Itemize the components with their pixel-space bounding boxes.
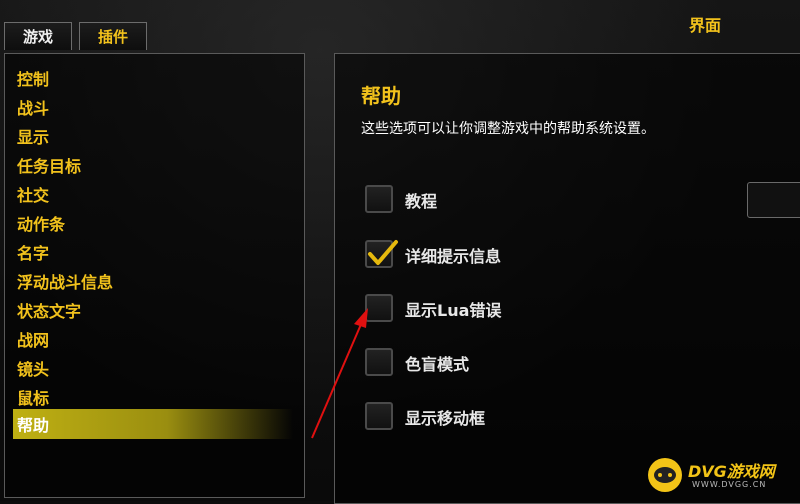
annotation-arrow-icon: [311, 308, 368, 439]
watermark-icon: [648, 458, 682, 492]
category-combat[interactable]: 战斗: [17, 94, 49, 120]
option-label: 显示Lua错误: [405, 301, 502, 320]
category-action-bars[interactable]: 动作条: [17, 210, 65, 236]
selected-category-highlight: [13, 409, 293, 439]
category-controls[interactable]: 控制: [17, 65, 49, 91]
option-label: 详细提示信息: [405, 247, 502, 266]
settings-panel: 帮助 这些选项可以让你调整游戏中的帮助系统设置。 教程 详细提示信息 显示Lua…: [334, 53, 800, 504]
category-battlenet[interactable]: 战网: [17, 326, 49, 352]
category-display[interactable]: 显示: [17, 123, 49, 149]
window-title: 界面: [688, 16, 721, 35]
panel-description: 这些选项可以让你调整游戏中的帮助系统设置。: [361, 121, 655, 137]
checkmark-icon: [368, 240, 398, 265]
category-names[interactable]: 名字: [17, 239, 49, 265]
category-status-text[interactable]: 状态文字: [17, 297, 81, 323]
category-social[interactable]: 社交: [17, 181, 49, 207]
category-list: 控制 战斗 显示 任务目标 社交 动作条 名字 浮动战斗信息 状态文字 战网 镜…: [4, 53, 305, 498]
category-objectives[interactable]: 任务目标: [17, 152, 81, 178]
tutorial-checkbox[interactable]: [365, 185, 393, 213]
option-label: 教程: [405, 192, 438, 211]
detailed-tooltips-checkbox[interactable]: [365, 240, 398, 268]
category-mouse[interactable]: 鼠标: [17, 384, 49, 410]
tab-game[interactable]: 游戏: [4, 22, 72, 50]
option-label: 色盲模式: [405, 355, 470, 374]
category-camera[interactable]: 镜头: [17, 355, 49, 381]
watermark-subtext: WWW.DVGG.CN: [692, 480, 767, 489]
category-floating-combat-text[interactable]: 浮动战斗信息: [17, 268, 113, 294]
tutorial-dropdown[interactable]: [747, 182, 800, 218]
watermark-logo: DVG游戏网 WWW.DVGG.CN: [646, 456, 796, 496]
category-help[interactable]: 帮助: [17, 411, 49, 437]
panel-title: 帮助: [361, 84, 401, 108]
tab-plugins[interactable]: 插件: [79, 22, 147, 50]
option-label: 显示移动框: [405, 409, 486, 428]
watermark-text: DVG游戏网: [688, 462, 775, 481]
